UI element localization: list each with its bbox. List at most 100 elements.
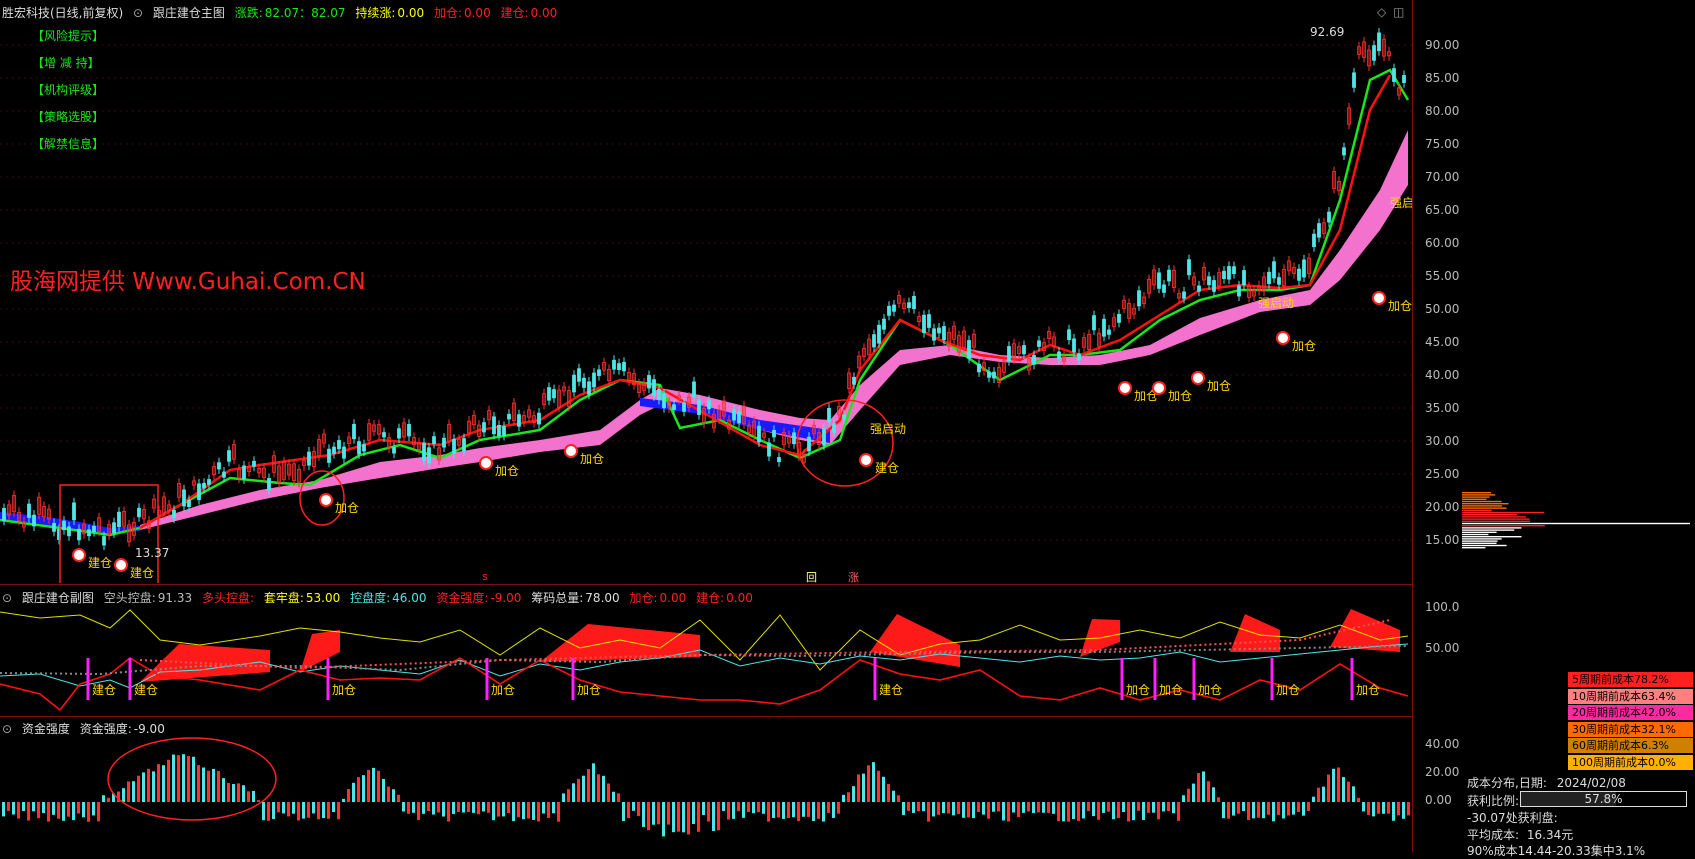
candle-body [497,424,501,436]
cost-legend-row[interactable]: 10周期前成本63.4% [1568,688,1693,704]
candle-body [1212,280,1216,292]
flow-bar [577,778,580,802]
flow-bar [427,802,430,812]
candle-body [1297,268,1301,281]
candle-body [72,502,76,521]
flow-bar [1132,802,1135,821]
signal-label: 强启动 [870,422,906,436]
price-axis-label: 20.00 [1425,500,1460,514]
flow-bar [1347,781,1350,802]
flow-bar [812,802,815,822]
flow-bar [1257,802,1260,818]
flow-bar [1047,802,1050,813]
sub-signal-label: 加仓 [1198,683,1222,697]
candle-body [1237,285,1241,297]
flow-bar [1332,768,1335,802]
flow-bar [1157,802,1160,820]
chip-bar [1462,496,1490,498]
sub-signal-label: 加仓 [577,683,601,697]
marker-zhang[interactable]: 涨 [848,571,859,583]
candle-body [707,400,711,410]
flow-bar [687,802,690,835]
candle-body [77,528,81,541]
flow-bar [107,797,110,802]
flow-bar [387,786,390,802]
flow-bar [417,802,420,821]
flow-bar [297,802,300,821]
flow-bar [1247,802,1250,820]
chip-bar [1462,509,1492,511]
chip-bar [1462,544,1507,547]
flow-bar [182,754,185,802]
candle-body [1162,284,1166,293]
flow-bar [1077,802,1080,821]
cost-legend-row[interactable]: 5周期前成本78.2% [1568,672,1693,687]
candle-body [577,368,581,382]
flow-bar [817,802,820,819]
price-axis-label: 25.00 [1425,467,1460,481]
candle-body [1067,329,1071,341]
flow-bar [582,775,585,802]
flow-bar [1272,802,1275,822]
candle-body [757,425,761,443]
price-axis-label: 65.00 [1425,203,1460,217]
flow-bar [627,802,630,819]
signal-label: 强启动 [1258,296,1294,310]
flow-bar [1102,802,1105,813]
sub-signal-label: 建仓 [134,683,158,697]
sub-signal-label: 加仓 [1356,683,1380,697]
candle-body [242,465,246,480]
flow-bar [302,802,305,819]
candle-body [552,389,556,399]
flow-bar [1367,802,1370,815]
flow-bar [672,802,675,833]
flow-bar [1037,802,1040,813]
flow-bar [837,802,840,814]
sub-signal-label: 加仓 [1276,683,1300,697]
profit-bar-value: 57.8% [1584,792,1623,806]
candle-body [1372,45,1376,61]
cost-legend-row[interactable]: 100周期前成本0.0% [1568,754,1693,770]
flow-bar [142,772,145,802]
candle-body [1077,353,1081,361]
avg-cost-label: 平均成本: [1467,828,1520,842]
signal-plus-icon [319,493,333,507]
profit-label: 获利比例: [1467,794,1520,808]
candle-body [652,379,656,397]
marker-hui[interactable]: 回 [806,571,817,583]
chip-distribution-chart[interactable] [1462,490,1695,550]
flow-bar [647,802,650,831]
candle-body [392,447,396,454]
flow-bar [492,802,495,821]
pink-ribbon [140,130,1408,530]
candle-body [2,508,6,521]
flow-bar [597,774,600,802]
signal-label: 加仓 [1207,379,1231,393]
candle-body [1352,72,1356,88]
flow-bar [257,800,260,802]
cost-legend-row[interactable]: 60周期前成本6.3% [1568,738,1693,753]
sub-indicator-chart[interactable]: 建仓 建仓 加仓 加仓 加仓 建仓 加仓 加仓 加仓 加仓 加仓 [0,600,1412,716]
flow-bar [1147,802,1150,813]
flow-bar [192,756,195,802]
chip-bar [1462,498,1487,500]
cost-legend-row[interactable]: 20周期前成本42.0% [1568,705,1693,720]
flow-bar [167,759,170,802]
flow-bar [1357,797,1360,802]
flow-bar [1202,771,1205,802]
flow-bar [1072,802,1075,820]
candle-body [1207,276,1211,286]
candle-body [422,442,426,461]
flow-bar [677,802,680,832]
capital-strength-chart[interactable] [0,734,1412,852]
candle-body [1402,75,1406,83]
chip-bar [1462,536,1522,538]
candle-body [182,489,186,507]
flow-bar [332,802,335,812]
flow-bar [392,789,395,802]
cost-legend-row[interactable]: 30周期前成本32.1% [1568,721,1693,737]
main-price-chart[interactable]: 建仓建仓加仓加仓加仓建仓强启动加仓加仓加仓强启动加仓加仓强启动 92.69 13… [0,0,1412,583]
flow-bar [447,802,450,822]
flow-bar [277,802,280,813]
flow-bar [887,784,890,802]
